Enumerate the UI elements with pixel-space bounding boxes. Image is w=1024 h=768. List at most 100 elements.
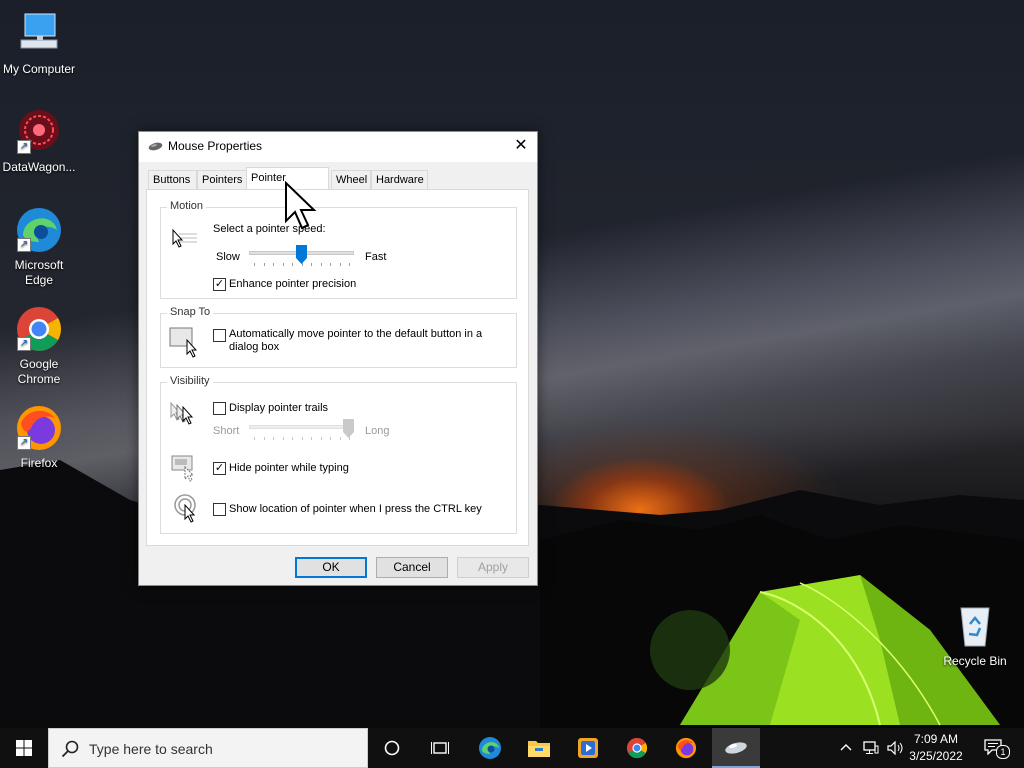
taskbar-edge[interactable] [466,728,514,768]
slider-tick [339,263,341,266]
desktop-icon-label: My Computer [2,62,76,76]
pointer-options-page: Motion Select a pointer speed: Slow Fast… [146,189,529,546]
show-hidden-icons-button[interactable] [836,728,856,768]
slider-thumb[interactable] [343,419,354,438]
slider-tick [320,263,322,266]
mouse-cursor-icon [285,181,317,230]
task-view-icon [431,742,449,754]
slider-ticks [249,263,354,267]
slider-tick [301,263,303,266]
slider-tick [301,437,303,440]
snap-to-label-line2: dialog box [229,341,280,353]
slider-tick [263,263,265,266]
file-explorer-icon [528,741,550,757]
taskbar-media-player[interactable] [564,728,612,768]
desktop-icon-firefox[interactable]: ↗ Firefox [1,404,77,471]
shortcut-arrow-icon: ↗ [17,436,31,450]
hide-pointer-icon [171,455,195,482]
datawagon-icon: ↗ [15,108,63,156]
show-location-label: Show location of pointer when I press th… [229,503,482,515]
group-title: Snap To [167,306,214,318]
action-center-button[interactable]: 1 [978,728,1014,768]
hide-pointer-label: Hide pointer while typing [229,462,349,474]
task-view-button[interactable] [416,728,464,768]
cortana-icon [384,740,400,756]
enhance-precision-label: Enhance pointer precision [229,278,357,290]
mouse-properties-icon [725,742,747,754]
volume-button[interactable] [884,728,906,768]
desktop-icon-recycle-bin[interactable]: Recycle Bin [937,602,1013,669]
desktop-icon-edge[interactable]: ↗ Microsoft Edge [1,206,77,288]
check-icon: ✓ [214,278,225,290]
group-title: Visibility [167,375,213,387]
show-location-icon [174,494,196,523]
pointer-trails-icon [170,401,194,425]
slider-tick [282,437,284,440]
taskbar-firefox[interactable] [662,728,710,768]
slider-track [249,425,354,429]
desktop-icon-label: Google Chrome [17,357,61,386]
computer-icon [15,10,63,58]
slider-tick [320,437,322,440]
snap-to-icon [169,327,198,358]
chevron-up-icon [840,744,852,751]
dialog-titlebar[interactable]: Mouse Properties ✕ [139,132,537,162]
chrome-icon [626,737,648,759]
media-player-icon [578,738,598,758]
chrome-icon: ↗ [15,305,63,353]
desktop-icon-label: Firefox [20,456,58,470]
clock-time: 7:09 AM [913,732,959,746]
taskbar-search-box[interactable]: Type here to search [48,728,368,768]
network-status-button[interactable] [860,728,882,768]
tab-buttons[interactable]: Buttons [148,170,197,189]
slider-tick [282,263,284,266]
windows-logo-icon [16,740,32,756]
taskbar-mouse-properties[interactable] [712,728,760,768]
tab-label: Wheel [336,174,368,186]
shortcut-arrow-icon: ↗ [17,337,31,351]
pointer-trails-label: Display pointer trails [229,402,329,414]
pointer-speed-icon [172,228,197,248]
slider-tick [349,263,350,266]
pointer-speed-slider[interactable] [249,245,354,268]
close-icon: ✕ [514,137,528,154]
search-placeholder: Type here to search [89,741,213,757]
slider-tick [311,263,312,266]
tab-wheel[interactable]: Wheel [331,170,371,189]
tab-hardware[interactable]: Hardware [371,170,428,189]
slider-tick [254,437,255,440]
enhance-precision-checkbox[interactable]: ✓ [213,278,226,291]
desktop-icon-chrome[interactable]: ↗ Google Chrome [1,305,77,387]
apply-button[interactable]: Apply [457,557,529,578]
shortcut-arrow-icon: ↗ [17,140,31,154]
ok-button[interactable]: OK [295,557,367,578]
cortana-button[interactable] [368,728,416,768]
snap-to-checkbox[interactable] [213,329,226,342]
tab-label: Pointers [202,174,243,186]
pointer-trail-length-slider[interactable] [249,419,354,442]
slider-ticks [249,437,354,441]
desktop-icon-datawagon[interactable]: ↗ DataWagon... [1,108,77,175]
slider-tick [273,437,274,440]
taskbar: Type here to search 7:09 AM 3/25/2022 1 [0,728,1024,768]
taskbar-chrome[interactable] [613,728,661,768]
taskbar-file-explorer[interactable] [515,728,563,768]
close-button[interactable]: ✕ [505,132,537,162]
speaker-icon [887,741,903,755]
motion-group: Motion Select a pointer speed: Slow Fast… [160,200,517,299]
slider-tick [330,263,331,266]
tab-pointers[interactable]: Pointers [197,170,249,189]
slow-label: Slow [216,251,240,263]
hide-pointer-checkbox[interactable]: ✓ [213,462,226,475]
taskbar-clock[interactable]: 7:09 AM 3/25/2022 [906,731,966,765]
desktop-icon-my-computer[interactable]: My Computer [1,10,77,77]
show-location-checkbox[interactable] [213,503,226,516]
tab-label: Hardware [376,174,424,186]
check-icon: ✓ [214,462,225,474]
firefox-icon [675,737,697,759]
start-button[interactable] [0,728,48,768]
cancel-button[interactable]: Cancel [376,557,448,578]
slider-thumb[interactable] [296,245,307,264]
long-label: Long [365,425,390,437]
pointer-trails-checkbox[interactable] [213,402,226,415]
